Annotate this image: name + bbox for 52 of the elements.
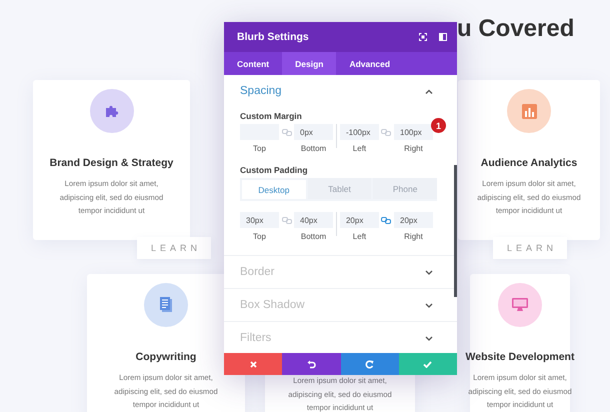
field-label: Top xyxy=(253,144,266,153)
scrollbar[interactable] xyxy=(454,165,457,297)
card-title: Brand Design & Strategy xyxy=(50,157,174,169)
undo-button[interactable] xyxy=(282,353,340,375)
bar-chart-icon xyxy=(522,104,536,118)
card-title: Website Development xyxy=(466,351,574,363)
learn-button[interactable]: LEARN xyxy=(137,237,212,259)
puzzle-icon xyxy=(104,104,118,118)
link-icon[interactable] xyxy=(282,128,292,136)
input-field[interactable]: -100px xyxy=(340,124,379,140)
device-tab[interactable]: Desktop xyxy=(242,180,306,199)
group-label: Custom Margin xyxy=(240,111,303,121)
card-title: Copywriting xyxy=(136,351,196,363)
link-icon[interactable] xyxy=(381,128,392,136)
field-label: Right xyxy=(404,232,423,241)
card-title: Audience Analytics xyxy=(480,157,578,169)
tab[interactable]: Advanced xyxy=(336,52,404,75)
chevron-down-icon[interactable] xyxy=(425,270,433,274)
field-label: Left xyxy=(352,144,366,153)
input-field[interactable]: 20px xyxy=(394,212,433,228)
learn-button[interactable]: LEARN xyxy=(493,237,568,259)
input-field[interactable]: 0px xyxy=(294,124,334,140)
field-label: Top xyxy=(253,232,266,241)
tab[interactable]: Content xyxy=(224,52,282,75)
input-field[interactable]: 40px xyxy=(294,212,334,228)
redo-icon xyxy=(365,360,374,368)
monitor-icon xyxy=(512,298,528,312)
input-field[interactable]: 20px xyxy=(340,212,379,228)
step-badge: 1 xyxy=(431,118,446,133)
group-label: Custom Padding xyxy=(240,165,309,175)
field-label: Bottom xyxy=(300,232,326,241)
input-field[interactable]: 100px xyxy=(394,124,433,140)
expand-icon[interactable] xyxy=(419,33,427,41)
redo-button[interactable] xyxy=(340,353,399,375)
modal-title: Blurb Settings xyxy=(237,31,310,43)
tab[interactable]: Design xyxy=(282,52,336,75)
sidebar-icon[interactable] xyxy=(439,33,447,41)
close-icon xyxy=(250,360,257,368)
chevron-down-icon[interactable] xyxy=(425,302,433,308)
link-icon[interactable] xyxy=(282,216,292,224)
link-icon[interactable] xyxy=(381,216,392,224)
checkmark-icon xyxy=(423,360,432,368)
undo-icon xyxy=(306,360,316,368)
page-heading: u Covered xyxy=(457,17,574,41)
chevron-up-icon[interactable] xyxy=(425,88,433,94)
field-label: Right xyxy=(404,144,423,153)
field-label: Left xyxy=(352,232,366,241)
document-icon xyxy=(159,297,173,313)
section-title[interactable]: Spacing xyxy=(240,85,282,97)
chevron-down-icon[interactable] xyxy=(425,336,433,340)
input-field[interactable]: 30px xyxy=(240,212,279,228)
field-label: Bottom xyxy=(300,144,326,153)
